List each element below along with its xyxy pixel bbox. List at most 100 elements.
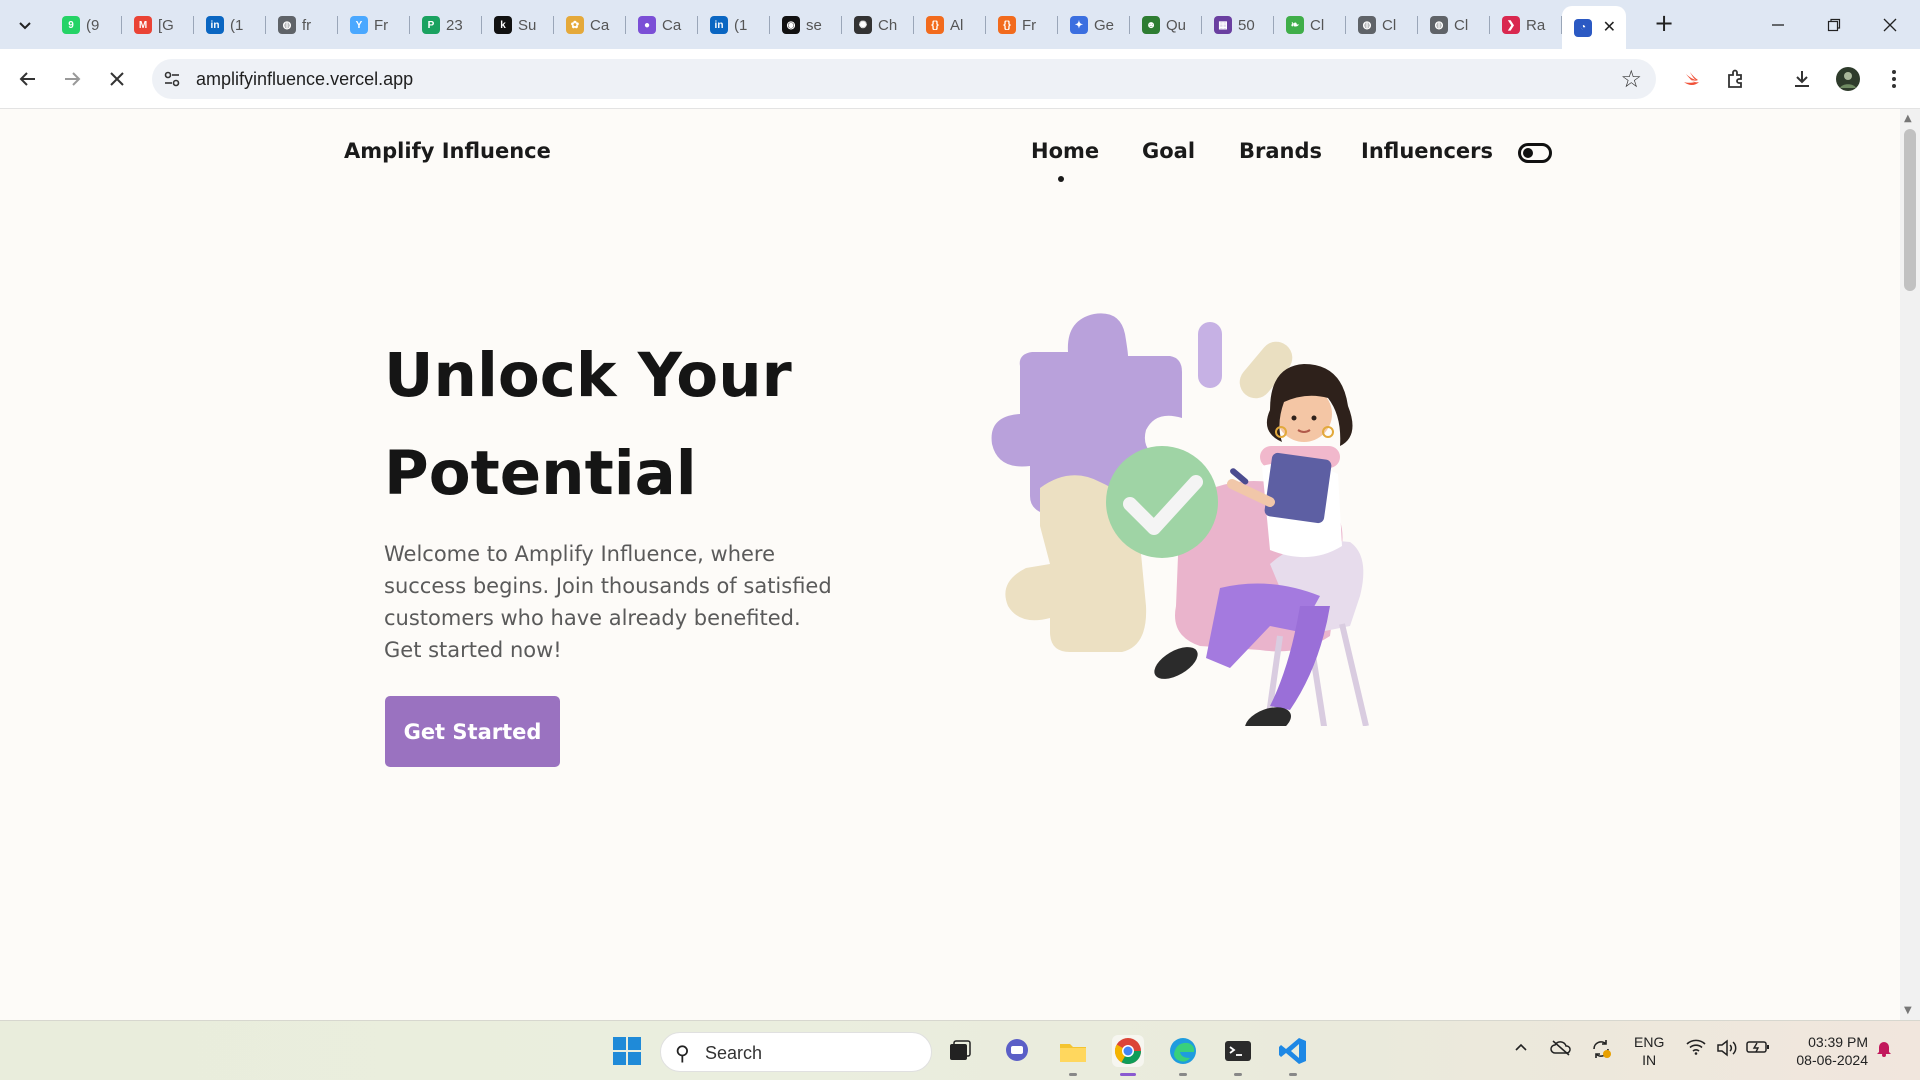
- battery-charging-icon[interactable]: [1746, 1039, 1770, 1059]
- page-scrollbar[interactable]: ▲ ▼: [1900, 109, 1920, 1020]
- tab[interactable]: 9 (9: [50, 6, 122, 44]
- hero-illustration: [991, 313, 1369, 726]
- tab[interactable]: ☻ Qu: [1130, 6, 1202, 44]
- teams-chat-button[interactable]: [1001, 1035, 1033, 1067]
- react-icon: ❯: [1502, 16, 1520, 34]
- swift-extension-icon[interactable]: [1676, 63, 1708, 95]
- bookmark-star-icon[interactable]: ☆: [1620, 65, 1642, 93]
- tab[interactable]: ▦ 50: [1202, 6, 1274, 44]
- toggle-knob: [1523, 148, 1533, 158]
- gmail-icon: M: [134, 16, 152, 34]
- restore-button[interactable]: [1806, 0, 1862, 49]
- tab-title: Ca: [590, 16, 610, 34]
- tab-title: Cl: [1454, 16, 1469, 34]
- tab[interactable]: ◍ Cl: [1346, 6, 1418, 44]
- globe-icon: ◍: [1358, 16, 1376, 34]
- taskbar-search-box[interactable]: ⚲ Search: [660, 1032, 932, 1072]
- tab-title: Ge: [1094, 16, 1115, 34]
- onedrive-offline-icon[interactable]: [1550, 1039, 1572, 1061]
- tab[interactable]: M [G: [122, 6, 194, 44]
- tab[interactable]: {} Al: [914, 6, 986, 44]
- theme-toggle[interactable]: [1518, 143, 1552, 163]
- tab[interactable]: in (1: [194, 6, 266, 44]
- toolbar: amplifyinfluence.vercel.app ☆: [0, 49, 1920, 109]
- windows-logo-icon: [613, 1037, 641, 1065]
- back-button[interactable]: [12, 63, 44, 95]
- notification-bell-icon[interactable]: [1876, 1039, 1892, 1061]
- terminal-icon: [1225, 1041, 1251, 1061]
- tab[interactable]: k Su: [482, 6, 554, 44]
- get-started-button[interactable]: Get Started: [385, 696, 560, 767]
- tab[interactable]: ✦ Ge: [1058, 6, 1130, 44]
- hero-title: Unlock Your Potential: [384, 327, 944, 523]
- tab[interactable]: ◍ fr: [266, 6, 338, 44]
- windows-start-button[interactable]: [611, 1035, 643, 1067]
- tab-active[interactable]: ◔ ✕: [1562, 6, 1626, 49]
- address-bar[interactable]: amplifyinfluence.vercel.app ☆: [152, 59, 1656, 99]
- chrome-taskbar-button[interactable]: [1112, 1035, 1144, 1067]
- tab-title: 50: [1238, 16, 1255, 34]
- extensions-icon[interactable]: [1720, 63, 1752, 95]
- taskbar-search-label: Search: [705, 1043, 763, 1063]
- clock-time: 03:39 PM: [1808, 1034, 1868, 1050]
- nav-goal[interactable]: Goal: [1142, 139, 1195, 163]
- tab[interactable]: ✺ Ch: [842, 6, 914, 44]
- linkedin-icon: in: [710, 16, 728, 34]
- tab[interactable]: {} Fr: [986, 6, 1058, 44]
- tab[interactable]: ❧ Cl: [1274, 6, 1346, 44]
- tab-title: Fr: [374, 16, 389, 34]
- profile-avatar[interactable]: [1832, 63, 1864, 95]
- globe-icon: ◍: [278, 16, 296, 34]
- vscode-taskbar-button[interactable]: [1277, 1035, 1309, 1067]
- tab-strip: 9 (9 M [G in (1 ◍ fr Y Fr P 23 k Su ✿ Ca ● Ca in (1 ◉ se ✺ Ch {}…: [0, 0, 1920, 49]
- tab[interactable]: in (1: [698, 6, 770, 44]
- forward-button[interactable]: [56, 63, 88, 95]
- task-view-button[interactable]: [944, 1035, 976, 1067]
- scrollbar-thumb[interactable]: [1904, 129, 1916, 291]
- search-icon: ⚲: [675, 1041, 690, 1065]
- tab[interactable]: ● Ca: [626, 6, 698, 44]
- nav-influencers[interactable]: Influencers: [1361, 139, 1493, 163]
- clock[interactable]: 03:39 PM 08-06-2024: [1784, 1033, 1868, 1069]
- tab[interactable]: ✿ Ca: [554, 6, 626, 44]
- restore-icon: [1827, 18, 1841, 31]
- tab-search-button[interactable]: [8, 10, 42, 40]
- close-window-button[interactable]: [1862, 0, 1918, 49]
- sync-update-icon[interactable]: [1590, 1039, 1612, 1063]
- show-hidden-icons-chevron-icon[interactable]: [1514, 1039, 1528, 1058]
- nav-brands[interactable]: Brands: [1239, 139, 1322, 163]
- tab[interactable]: ◍ Cl: [1418, 6, 1490, 44]
- menu-kebab-icon[interactable]: [1878, 63, 1910, 95]
- scroll-down-arrow-icon[interactable]: ▼: [1904, 1005, 1912, 1016]
- edge-taskbar-button[interactable]: [1167, 1035, 1199, 1067]
- terminal-taskbar-button[interactable]: [1222, 1035, 1254, 1067]
- file-explorer-button[interactable]: [1057, 1035, 1089, 1067]
- shoe-left: [1154, 647, 1198, 679]
- download-icon[interactable]: [1786, 63, 1818, 95]
- minimize-button[interactable]: [1750, 0, 1806, 49]
- tab-title: (1: [734, 16, 748, 34]
- tab-title: fr: [302, 16, 312, 34]
- scroll-up-arrow-icon[interactable]: ▲: [1904, 113, 1912, 124]
- tab[interactable]: P 23: [410, 6, 482, 44]
- site-info-icon[interactable]: [162, 69, 182, 89]
- tab[interactable]: Y Fr: [338, 6, 410, 44]
- language-indicator[interactable]: ENG IN: [1634, 1033, 1664, 1069]
- volume-icon[interactable]: [1716, 1039, 1738, 1061]
- tab-title: Qu: [1166, 16, 1187, 34]
- hero-title-line-2: Potential: [384, 438, 697, 509]
- tab[interactable]: ❯ Ra: [1490, 6, 1562, 44]
- hero-description: Welcome to Amplify Influence, where succ…: [384, 542, 832, 662]
- new-tab-button[interactable]: +: [1650, 10, 1678, 38]
- stop-loading-button[interactable]: [101, 63, 133, 95]
- colorful-icon: ▦: [1214, 16, 1232, 34]
- brand-logo-text[interactable]: Amplify Influence: [344, 139, 551, 163]
- wifi-icon[interactable]: [1686, 1039, 1706, 1059]
- tab-list: 9 (9 M [G in (1 ◍ fr Y Fr P 23 k Su ✿ Ca ● Ca in (1 ◉ se ✺ Ch {}…: [50, 6, 1626, 49]
- tab[interactable]: ◉ se: [770, 6, 842, 44]
- nav-home[interactable]: Home: [1031, 139, 1099, 163]
- tab-title: Cl: [1382, 16, 1397, 34]
- profile-icon: ●: [638, 16, 656, 34]
- url-text[interactable]: amplifyinfluence.vercel.app: [196, 69, 413, 90]
- close-tab-icon[interactable]: ✕: [1603, 17, 1616, 37]
